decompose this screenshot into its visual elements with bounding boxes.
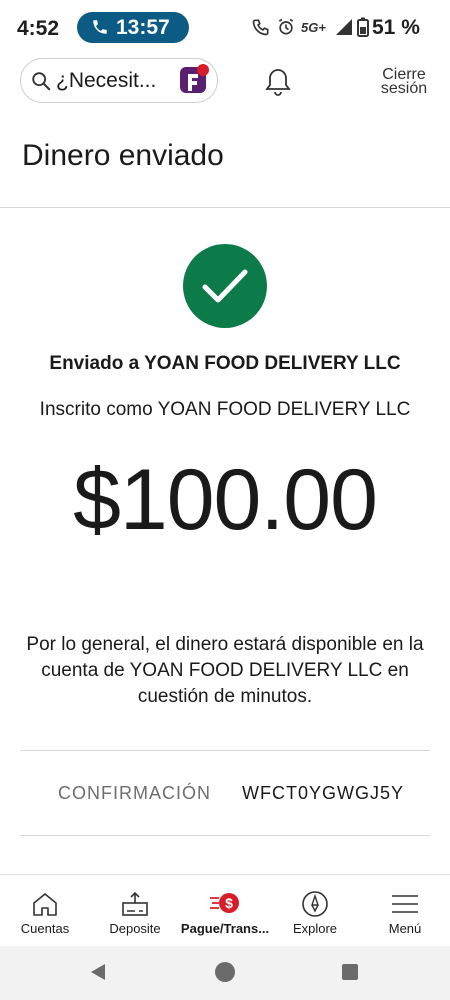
- nav-item-cuentas[interactable]: Cuentas: [0, 875, 90, 947]
- deposit-check-icon: [122, 891, 148, 916]
- transfer-amount: $100.00: [73, 452, 378, 548]
- home-circle-icon[interactable]: [214, 961, 236, 983]
- svg-text:$: $: [225, 895, 233, 911]
- nav-item-explore[interactable]: Explore: [270, 875, 360, 947]
- nav-label: Explore: [292, 921, 338, 936]
- ongoing-call-pill[interactable]: 13:57: [77, 12, 189, 43]
- house-icon: [33, 893, 57, 916]
- confirmation-label: CONFIRMACIÓN: [58, 783, 211, 803]
- sign-out-label-line2: sesión: [380, 80, 428, 97]
- recents-square-icon[interactable]: [340, 962, 360, 982]
- search-icon: [32, 72, 51, 91]
- alarm-icon: [278, 18, 294, 35]
- page-title: Dinero enviado: [22, 139, 224, 172]
- bottom-nav: Cuentas Deposite $ Pague/Trans... Explor…: [0, 874, 450, 947]
- system-navigation-bar: [0, 946, 450, 1000]
- divider: [20, 835, 430, 836]
- header-divider: [0, 207, 450, 208]
- confirmation-code: WFCT0YGWGJ5Y: [242, 783, 405, 803]
- status-bar: 4:52 13:57 5G+ 51 %: [0, 0, 450, 58]
- pay-transfer-icon: $: [210, 893, 239, 913]
- signal-icon: [336, 19, 352, 35]
- recipient-registered-name: Inscrito como YOAN FOOD DELIVERY LLC: [39, 399, 411, 420]
- hamburger-menu-icon: [392, 895, 418, 913]
- nav-item-deposite[interactable]: Deposite: [90, 875, 180, 947]
- network-type: 5G+: [301, 20, 326, 35]
- divider: [20, 750, 430, 751]
- search-placeholder: ¿Necesit...: [56, 69, 157, 92]
- availability-note: Por lo general, el dinero estará disponi…: [26, 634, 424, 707]
- battery-percent: 51 %: [372, 16, 420, 39]
- compass-icon: [302, 891, 328, 917]
- recipient-heading: Enviado a YOAN FOOD DELIVERY LLC: [49, 353, 401, 374]
- wifi-call-icon: [252, 19, 269, 36]
- notifications-bell-icon[interactable]: [265, 67, 291, 97]
- nav-label: Menú: [388, 921, 422, 936]
- back-triangle-icon[interactable]: [87, 961, 109, 983]
- nav-label: Deposite: [109, 921, 161, 936]
- phone-icon: [93, 20, 107, 34]
- sign-out-button[interactable]: Cierre sesión: [376, 67, 432, 97]
- clock: 4:52: [17, 17, 60, 40]
- nav-label: Pague/Trans...: [180, 921, 270, 936]
- call-timer: 13:57: [116, 16, 170, 39]
- fargo-assistant-icon: [180, 64, 209, 93]
- nav-label: Cuentas: [20, 921, 70, 936]
- nav-item-pague-transfiera[interactable]: $ Pague/Trans...: [180, 875, 270, 947]
- battery-icon: [357, 17, 369, 37]
- success-check-icon: [183, 244, 267, 328]
- nav-item-menu[interactable]: Menú: [360, 875, 450, 947]
- assistant-fargo-button[interactable]: [176, 62, 212, 98]
